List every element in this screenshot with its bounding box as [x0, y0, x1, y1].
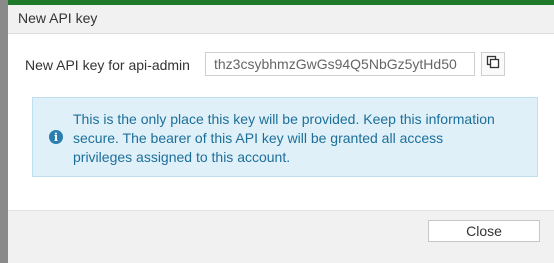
dialog-footer: Close — [8, 210, 554, 263]
close-button[interactable]: Close — [428, 220, 540, 242]
dialog-title: New API key — [18, 10, 98, 26]
copy-button[interactable] — [481, 52, 505, 76]
info-icon: i — [49, 130, 63, 144]
api-key-label: New API key for api-admin — [25, 57, 190, 73]
copy-icon — [486, 55, 500, 74]
api-key-field[interactable] — [205, 52, 475, 76]
dialog-header: New API key — [8, 5, 554, 34]
info-message-box: i This is the only place this key will b… — [32, 97, 538, 177]
info-message-text: This is the only place this key will be … — [73, 111, 495, 165]
dialog-body: New API key for api-admin i This is the … — [8, 34, 554, 210]
api-key-dialog: New API key New API key for api-admin i … — [8, 0, 554, 263]
